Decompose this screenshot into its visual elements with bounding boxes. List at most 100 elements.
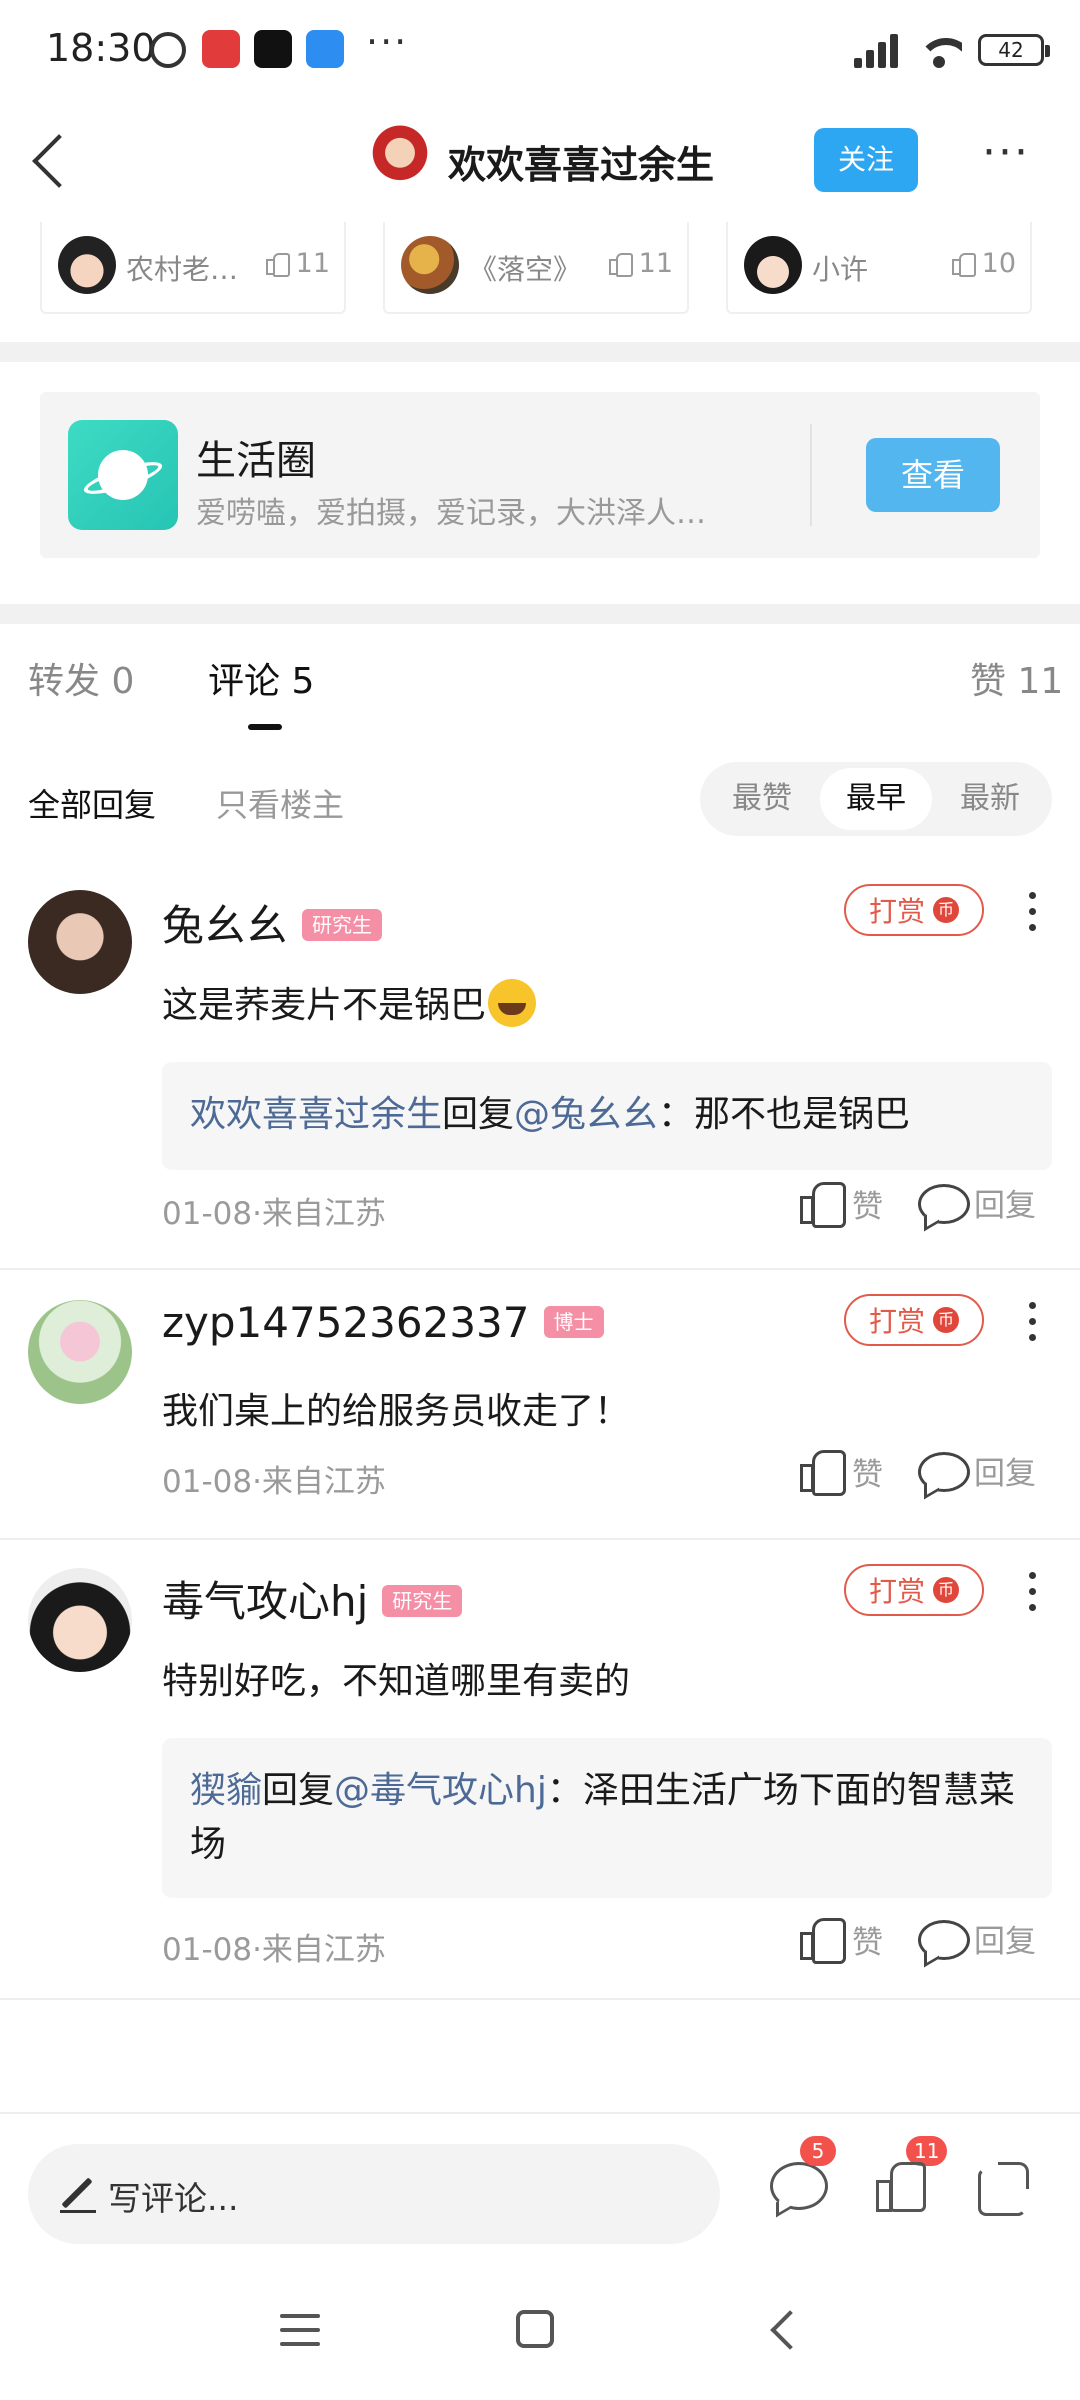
bottom-action-bar: 写评论... 5 11 [0, 2112, 1080, 2272]
like-count-badge: 11 [906, 2136, 948, 2166]
sort-most-liked[interactable]: 最赞 [706, 768, 818, 830]
top-nav-bar: 欢欢喜喜过余生 关注 ··· [0, 110, 1080, 210]
system-back-button[interactable] [762, 2308, 802, 2352]
liker-like-count: 11 [295, 248, 330, 279]
tiktok-icon [254, 30, 292, 68]
author-avatar[interactable] [364, 124, 436, 196]
like-button[interactable]: 赞 [800, 1180, 883, 1228]
laughing-emoji-icon [488, 979, 537, 1027]
reply-mention-link[interactable]: @毒气攻心hj [334, 1770, 547, 1811]
commenter-name-row: 兔幺幺 研究生 [162, 892, 383, 953]
thumb-up-icon [800, 1448, 846, 1496]
coin-icon: 币 [933, 1307, 959, 1333]
reply-preview[interactable]: 猰貐回复@毒气攻心hj：泽田生活广场下面的智慧菜场 [162, 1738, 1052, 1898]
alarm-icon [150, 32, 186, 68]
filter-op-only[interactable]: 只看楼主 [216, 780, 344, 826]
comment-more-icon[interactable] [1018, 1568, 1048, 1620]
like-button[interactable]: 赞 [800, 1448, 883, 1496]
comment-icon[interactable]: 5 [760, 2136, 836, 2222]
active-tab-indicator [248, 724, 282, 730]
comment-item: 兔幺幺 研究生 打赏币 这是荞麦片不是锅巴 欢欢喜喜过余生回复@兔幺幺：那不也是锅… [0, 870, 1080, 1270]
education-badge: 研究生 [302, 908, 383, 941]
reply-verb: 回复 [442, 1094, 515, 1135]
reply-preview[interactable]: 欢欢喜喜过余生回复@兔幺幺：那不也是锅巴 [162, 1062, 1052, 1170]
tab-repost[interactable]: 转发 0 [28, 652, 134, 704]
comment-text: 这是荞麦片不是锅巴 [162, 976, 537, 1031]
sort-newest[interactable]: 最新 [934, 768, 1046, 830]
comment-actions: 赞 回复 [800, 1180, 1060, 1230]
write-comment-placeholder: 写评论... [108, 2179, 239, 2218]
content-tabs: 转发 0 评论 5 赞 11 [0, 652, 1080, 742]
commenter-avatar[interactable] [28, 1568, 132, 1672]
comment-text: 我们桌上的给服务员收走了！ [162, 1391, 631, 1432]
thumb-up-icon [951, 252, 976, 277]
pen-icon [60, 2176, 96, 2213]
comment-actions: 赞 回复 [800, 1448, 1060, 1498]
tab-like[interactable]: 赞 11 [970, 652, 1063, 704]
reply-author-link[interactable]: 欢欢喜喜过余生 [190, 1094, 442, 1135]
comment-bubble-icon [918, 1182, 970, 1224]
commenter-avatar[interactable] [28, 890, 132, 994]
reply-button[interactable]: 回复 [918, 1448, 1036, 1493]
share-icon[interactable] [966, 2150, 1038, 2222]
comment-actions: 赞 回复 [800, 1916, 1060, 1966]
thumb-up-icon [608, 252, 633, 277]
liker-card[interactable]: 农村老… 11 [40, 222, 346, 314]
system-nav-bar [0, 2272, 1080, 2400]
view-circle-button[interactable]: 查看 [866, 438, 1000, 512]
app-notification-icon [202, 30, 240, 68]
back-button[interactable] [22, 128, 82, 192]
thumb-up-icon [265, 252, 290, 277]
comment-item: zyp14752362337 博士 打赏币 我们桌上的给服务员收走了！ 01-08… [0, 1270, 1080, 1540]
home-button[interactable] [516, 2310, 554, 2348]
top-likers-strip: 农村老… 11 《落空》 11 小许 10 [0, 222, 1080, 316]
follow-button[interactable]: 关注 [814, 128, 918, 192]
signal-icon [850, 32, 900, 68]
recent-apps-button[interactable] [280, 2312, 320, 2348]
reply-author-link[interactable]: 猰貐 [190, 1770, 262, 1811]
coin-icon: 币 [933, 897, 959, 923]
commenter-name-row: 毒气攻心hj 研究生 [162, 1568, 463, 1629]
liker-card[interactable]: 小许 10 [726, 222, 1032, 314]
commenter-avatar[interactable] [28, 1300, 132, 1404]
commenter-name[interactable]: 兔幺幺 [162, 901, 288, 950]
commenter-name[interactable]: zyp14752362337 [162, 1298, 530, 1347]
reward-button[interactable]: 打赏币 [844, 884, 984, 936]
liker-name: 农村老… [126, 253, 239, 286]
liker-name: 小许 [812, 253, 869, 286]
status-time: 18:30 [46, 26, 156, 70]
like-button[interactable]: 赞 [800, 1916, 883, 1964]
coin-icon: 币 [933, 1577, 959, 1603]
comment-filters: 全部回复 只看楼主 最赞 最早 最新 [0, 760, 1080, 838]
education-badge: 研究生 [382, 1584, 463, 1617]
like-icon[interactable]: 11 [866, 2136, 948, 2222]
commenter-name-row: zyp14752362337 博士 [162, 1298, 604, 1347]
reply-mention-link[interactable]: @兔幺幺 [514, 1094, 658, 1135]
commenter-name[interactable]: 毒气攻心hj [162, 1577, 368, 1626]
reward-button[interactable]: 打赏币 [844, 1564, 984, 1616]
tab-comment[interactable]: 评论 5 [208, 652, 314, 704]
comment-more-icon[interactable] [1018, 1298, 1048, 1350]
liker-avatar [401, 236, 459, 294]
more-options-icon[interactable]: ··· [982, 131, 1042, 178]
reward-button[interactable]: 打赏币 [844, 1294, 984, 1346]
liker-avatar [58, 236, 116, 294]
app-notification-icon [306, 30, 344, 68]
write-comment-input[interactable]: 写评论... [28, 2144, 720, 2244]
liker-card[interactable]: 《落空》 11 [383, 222, 689, 314]
comment-more-icon[interactable] [1018, 888, 1048, 940]
thumb-up-icon [800, 1180, 846, 1228]
reward-label: 打赏 [868, 1305, 925, 1338]
status-more-icon: ··· [366, 20, 409, 64]
circle-description: 爱唠嗑，爱拍摄，爱记录，大洪泽人… [196, 496, 706, 531]
comment-meta: 01-08·来自江苏 [162, 1932, 386, 1968]
circle-card[interactable]: 生活圈 爱唠嗑，爱拍摄，爱记录，大洪泽人… 查看 [40, 392, 1040, 558]
sort-earliest[interactable]: 最早 [820, 768, 932, 830]
comment-meta: 01-08·来自江苏 [162, 1196, 386, 1232]
reply-button[interactable]: 回复 [918, 1180, 1036, 1225]
section-divider [0, 604, 1080, 624]
page-title[interactable]: 欢欢喜喜过余生 [448, 134, 714, 189]
reply-button[interactable]: 回复 [918, 1916, 1036, 1961]
filter-all-replies[interactable]: 全部回复 [28, 780, 156, 826]
circle-title: 生活圈 [196, 438, 316, 484]
